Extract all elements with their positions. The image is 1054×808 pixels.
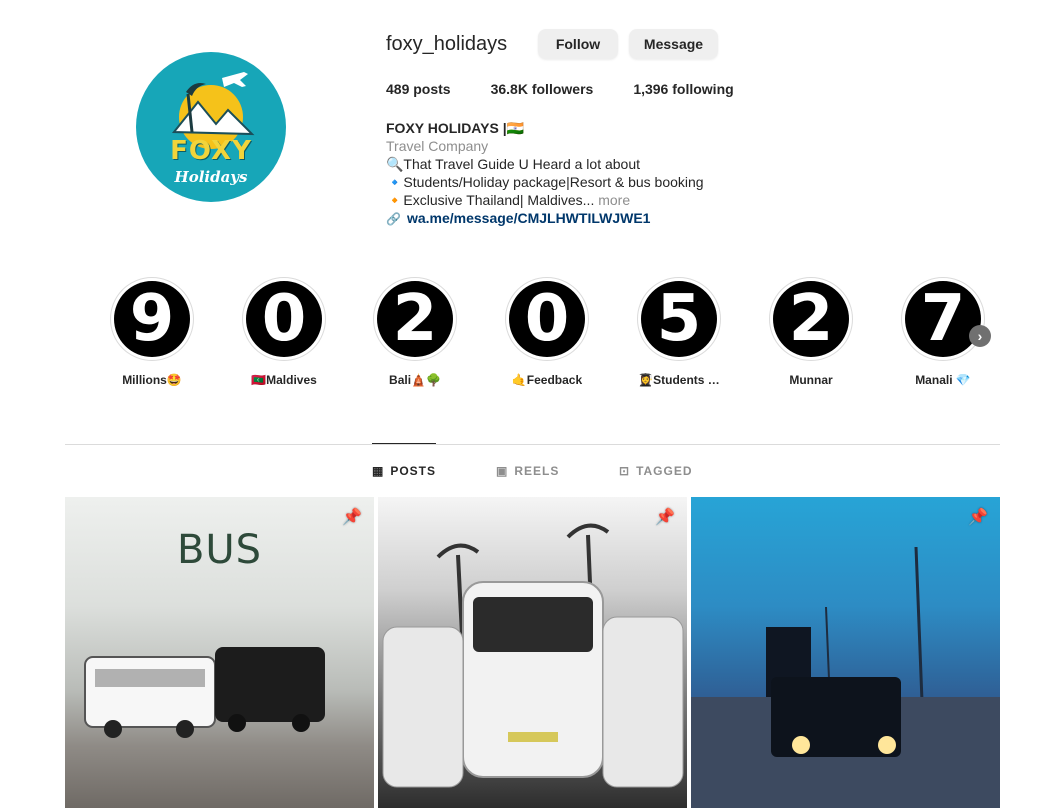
- avatar-sub-text: Holidays: [174, 168, 248, 186]
- highlight-digit: 2: [773, 281, 849, 357]
- post-image: [691, 546, 1000, 808]
- highlight-cover: 5: [637, 277, 721, 361]
- post-thumbnail[interactable]: 📌: [691, 497, 1000, 808]
- followers-stat[interactable]: 36.8K followers: [491, 81, 594, 97]
- tab-reels-label: REELS: [514, 464, 560, 478]
- following-count: 1,396: [633, 81, 669, 97]
- highlight-digit: 9: [114, 281, 190, 357]
- link-icon: 🔗: [386, 212, 401, 226]
- highlight-digit: 0: [509, 281, 585, 357]
- bio-link-row: 🔗 wa.me/message/CMJLHWTILWJWE1: [386, 209, 826, 228]
- highlight-cover: 7: [901, 277, 985, 361]
- highlight-cover: 0: [242, 277, 326, 361]
- avatar-brand-text: FOXY: [170, 136, 252, 166]
- post-thumbnail[interactable]: 📌: [378, 497, 687, 808]
- highlight-cover: 2: [769, 277, 853, 361]
- bio-category: Travel Company: [386, 138, 489, 154]
- bio-line-3: 🔸Exclusive Thailand| Maldives...: [386, 192, 595, 208]
- highlight-label: 🇲🇻Maldives: [251, 373, 317, 387]
- bio-line-1: 🔍That Travel Guide U Heard a lot about: [386, 156, 641, 172]
- highlight-label: 👩‍🎓Students …: [638, 373, 720, 387]
- highlight-cover: 9: [110, 277, 194, 361]
- chevron-right-icon[interactable]: ›: [969, 325, 991, 347]
- tab-tagged-label: TAGGED: [636, 464, 693, 478]
- highlight-cover: 0: [505, 277, 589, 361]
- post-overlay-text: BUS: [176, 527, 263, 573]
- bio-name: FOXY HOLIDAYS |🇮🇳: [386, 120, 525, 136]
- profile-avatar[interactable]: FOXY Holidays: [136, 52, 286, 202]
- post-thumbnail[interactable]: BUS 📌: [65, 497, 374, 808]
- tagged-icon: ⊡: [619, 464, 631, 478]
- following-label: following: [672, 81, 734, 97]
- follow-button[interactable]: Follow: [538, 29, 618, 59]
- highlight-cover: 2: [373, 277, 457, 361]
- highlight-label: 🤙Feedback: [511, 373, 583, 387]
- tab-reels[interactable]: ▣ REELS: [496, 464, 559, 478]
- bio-more-link[interactable]: more: [598, 192, 630, 208]
- following-stat[interactable]: 1,396 following: [633, 81, 733, 97]
- profile-username: foxy_holidays: [386, 33, 508, 55]
- pin-icon: 📌: [968, 509, 988, 526]
- tab-tagged[interactable]: ⊡ TAGGED: [619, 464, 693, 478]
- bio-line-3-wrap: 🔸Exclusive Thailand| Maldives... more: [386, 191, 826, 209]
- highlight-label: Millions🤩: [122, 373, 182, 387]
- posts-stat: 489 posts: [386, 81, 451, 97]
- bio-link[interactable]: wa.me/message/CMJLHWTILWJWE1: [407, 210, 651, 226]
- grid-icon: ▦: [372, 464, 385, 478]
- pin-icon: 📌: [655, 509, 675, 526]
- tabs-divider: [65, 444, 1000, 445]
- profile-stats: 489 posts 36.8K followers 1,396 followin…: [386, 81, 774, 97]
- highlight-label: Munnar: [789, 373, 833, 387]
- active-tab-indicator: [372, 443, 436, 444]
- pin-icon: 📌: [342, 509, 362, 526]
- followers-label: followers: [531, 81, 594, 97]
- highlight-digit: 2: [377, 281, 453, 357]
- post-image: [382, 523, 684, 788]
- story-highlights: 9 Millions🤩 0 🇲🇻Maldives 2 Bali🛕🌳 0 🤙Fee…: [100, 277, 1000, 397]
- bio-line-2: 🔹Students/Holiday package|Resort & bus b…: [386, 174, 704, 190]
- highlight-digit: 0: [246, 281, 322, 357]
- highlight-label: Manali 💎: [915, 373, 971, 387]
- message-button[interactable]: Message: [629, 29, 718, 59]
- profile-bio: FOXY HOLIDAYS |🇮🇳 Travel Company 🔍That T…: [386, 119, 826, 228]
- highlight-digit: 5: [641, 281, 717, 357]
- highlight-digit: 7: [905, 281, 981, 357]
- highlight-label: Bali🛕🌳: [389, 373, 441, 387]
- reels-icon: ▣: [496, 464, 509, 478]
- followers-count: 36.8K: [490, 81, 528, 97]
- posts-count: 489: [386, 81, 410, 97]
- tab-posts-label: POSTS: [390, 464, 437, 478]
- tab-posts[interactable]: ▦ POSTS: [372, 464, 436, 478]
- posts-label: posts: [413, 81, 451, 97]
